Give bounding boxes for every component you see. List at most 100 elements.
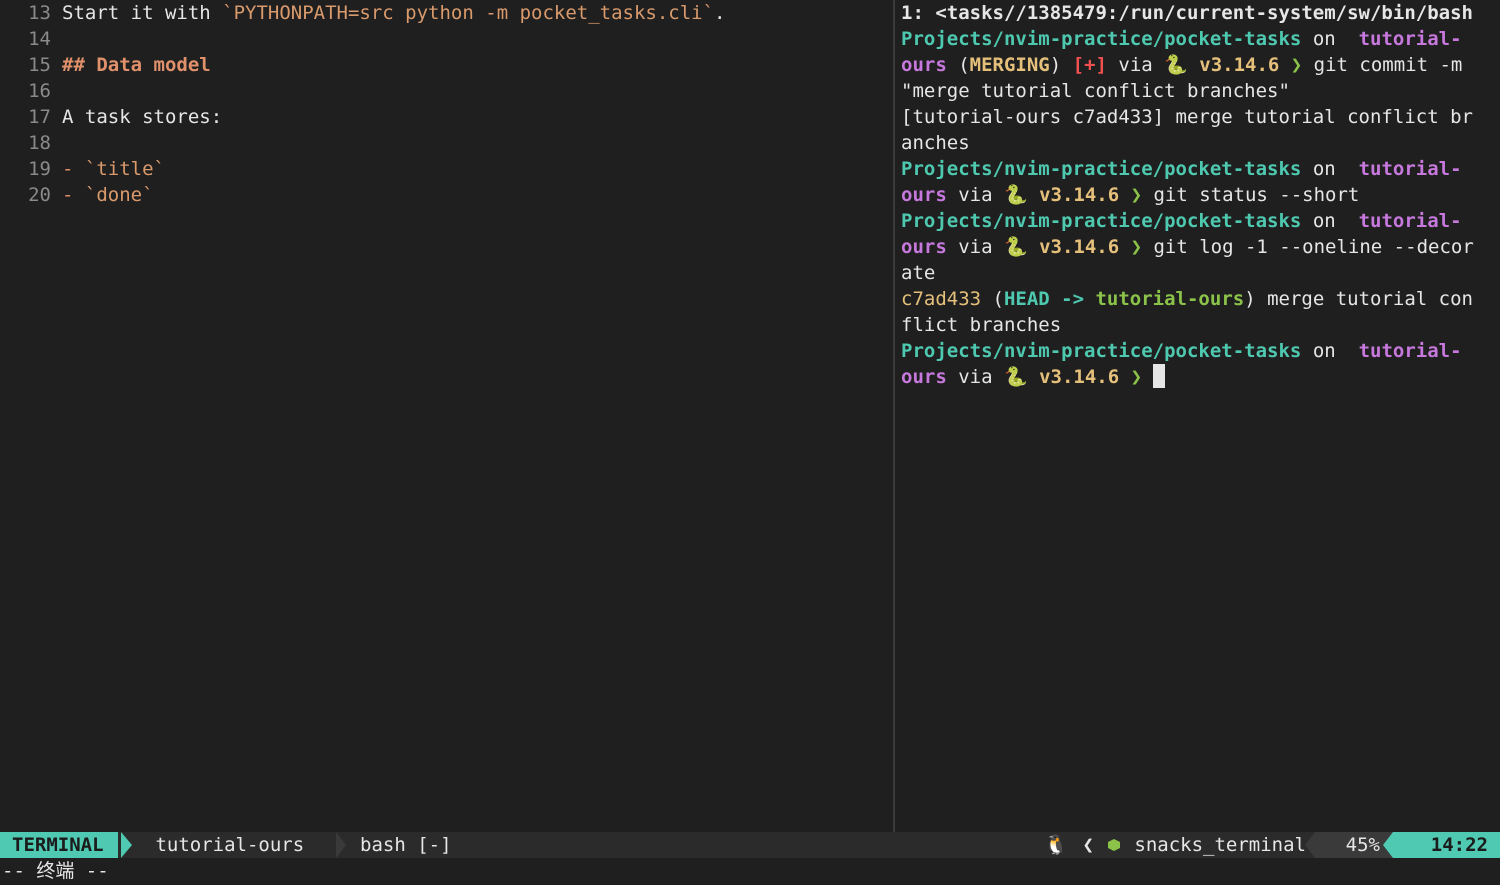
terminal-text: 1: <tasks//1385479:/run/current-system/s… (901, 2, 1473, 24)
editor-text: `PYTHONPATH=src python -m pocket_tasks.c… (222, 2, 715, 24)
terminal-text: c7ad433 (901, 288, 982, 310)
terminal-text: 🐍 v3.14.6 (1164, 54, 1280, 76)
terminal-text: via (946, 236, 1004, 258)
editor-line[interactable]: 14 (0, 26, 62, 52)
terminal-text: ❯ (1119, 184, 1154, 206)
statusline: TERMINAL tutorial-ours bash [-] 🐧 ❮ snac… (0, 832, 1500, 858)
terminal-text: on (1301, 210, 1348, 232)
terminal-text: ours (901, 184, 947, 206)
editor-text: `title` (84, 158, 165, 180)
editor-text: . (714, 2, 726, 24)
terminal-line: Projects/nvim-practice/pocket-tasks on t… (901, 208, 1462, 234)
line-number: 16 (28, 80, 51, 102)
editor-text: ## Data model (62, 54, 211, 76)
editor-text: - (62, 158, 85, 180)
statusline-separator (336, 832, 346, 858)
editor-pane[interactable]: 13 Start it with `PYTHONPATH=src python -… (0, 0, 893, 832)
terminal-text: ) (1049, 54, 1073, 76)
terminal-text: tutorial- (1347, 210, 1462, 232)
filetype-icon (1108, 839, 1120, 851)
terminal-line: ours via 🐍 v3.14.6 ❯ git status --short (901, 182, 1359, 208)
terminal-line: Projects/nvim-practice/pocket-tasks on t… (901, 156, 1462, 182)
buffer-name: bash [-] (360, 834, 452, 856)
scroll-percent: 45% (1345, 834, 1380, 856)
terminal-line: Projects/nvim-practice/pocket-tasks on t… (901, 338, 1462, 364)
terminal-line: Projects/nvim-practice/pocket-tasks on t… (901, 26, 1462, 52)
terminal-text: git status --short (1153, 184, 1360, 206)
line-number: 13 (28, 2, 51, 24)
terminal-line: 1: <tasks//1385479:/run/current-system/s… (901, 0, 1473, 26)
line-number: 20 (28, 184, 51, 206)
terminal-text: anches (901, 132, 970, 154)
editor-line[interactable]: 15 ## Data model (0, 52, 211, 78)
terminal-text: HEAD -> (1003, 288, 1096, 310)
percent-separator (1305, 832, 1315, 858)
terminal-text: via (946, 184, 1004, 206)
terminal-text: ours (901, 236, 947, 258)
line-number: 14 (28, 28, 51, 50)
editor-line[interactable]: 18 (0, 130, 62, 156)
terminal-text: ❯ (1119, 236, 1154, 258)
terminal-text: Projects/nvim-practice/pocket-tasks (901, 28, 1302, 50)
terminal-text: [+] (1072, 54, 1107, 76)
editor-text: - (62, 184, 85, 206)
terminal-text: Projects/nvim-practice/pocket-tasks (901, 340, 1302, 362)
editor-line[interactable]: 16 (0, 78, 62, 104)
chevron-left-icon: ❮ (1082, 834, 1094, 856)
mode-separator (121, 832, 132, 858)
editor-text: A task stores: (62, 106, 223, 128)
mode-indicator: TERMINAL (0, 832, 118, 858)
linux-icon: 🐧 (1044, 834, 1068, 856)
clock: 14:22 (1393, 832, 1500, 858)
terminal-cursor (1153, 364, 1166, 388)
terminal-text: ) merge tutorial con (1244, 288, 1473, 310)
terminal-line: [tutorial-ours c7ad433] merge tutorial c… (901, 104, 1473, 130)
terminal-text: ours (901, 54, 947, 76)
editor-text: Start it with (62, 2, 223, 24)
terminal-text: ( (946, 54, 970, 76)
editor-line[interactable]: 17 A task stores: (0, 104, 222, 130)
terminal-line: "merge tutorial conflict branches" (901, 78, 1290, 104)
terminal-text: git commit -m (1313, 54, 1463, 76)
terminal-text: ate (901, 262, 936, 284)
terminal-line: anches (901, 130, 970, 156)
terminal-text: flict branches (901, 314, 1062, 336)
line-number: 17 (28, 106, 51, 128)
terminal-line: c7ad433 (HEAD -> tutorial-ours) merge tu… (901, 286, 1473, 312)
terminal-text: ❯ (1279, 54, 1314, 76)
time-separator (1383, 832, 1393, 858)
terminal-text: ours (901, 366, 947, 388)
editor-text: `done` (84, 184, 154, 206)
terminal-text: tutorial- (1347, 158, 1462, 180)
line-number: 19 (28, 158, 51, 180)
terminal-text: git log -1 --oneline --decor (1153, 236, 1474, 258)
terminal-line: ours via 🐍 v3.14.6 ❯ (901, 364, 1166, 390)
terminal-pane[interactable]: 1: <tasks//1385479:/run/current-system/s… (895, 0, 1500, 832)
terminal-text: 🐍 v3.14.6 (1003, 366, 1120, 388)
command-line[interactable]: -- 终端 -- (0, 858, 1500, 885)
editor-line[interactable]: 13 Start it with `PYTHONPATH=src python -… (0, 0, 726, 26)
terminal-line: ate (901, 260, 935, 286)
terminal-text: via (1106, 54, 1165, 76)
terminal-text: tutorial-ours (1095, 288, 1245, 310)
filetype-label: snacks_terminal (1134, 834, 1306, 856)
terminal-text: Projects/nvim-practice/pocket-tasks (901, 158, 1302, 180)
git-branch-label: tutorial-ours (144, 834, 305, 856)
terminal-text: Projects/nvim-practice/pocket-tasks (901, 210, 1302, 232)
terminal-text: on (1301, 28, 1348, 50)
terminal-text: on (1301, 158, 1348, 180)
editor-line[interactable]: 19- `title` (0, 156, 165, 182)
line-number: 15 (28, 54, 51, 76)
terminal-text: ( (981, 288, 1004, 310)
terminal-text: MERGING (969, 54, 1050, 76)
line-number: 18 (28, 132, 51, 154)
terminal-text: ❯ (1119, 366, 1154, 388)
terminal-text: [tutorial-ours c7ad433] merge tutorial c… (901, 106, 1473, 128)
terminal-text: on (1301, 340, 1348, 362)
editor-line[interactable]: 20- `done` (0, 182, 154, 208)
terminal-text: tutorial- (1347, 28, 1462, 50)
terminal-line: ours via 🐍 v3.14.6 ❯ git log -1 --onelin… (901, 234, 1474, 260)
terminal-line: ours (MERGING) [+] via 🐍 v3.14.6 ❯ git c… (901, 52, 1462, 78)
terminal-text: 🐍 v3.14.6 (1003, 184, 1120, 206)
terminal-text: "merge tutorial conflict branches" (901, 80, 1290, 102)
